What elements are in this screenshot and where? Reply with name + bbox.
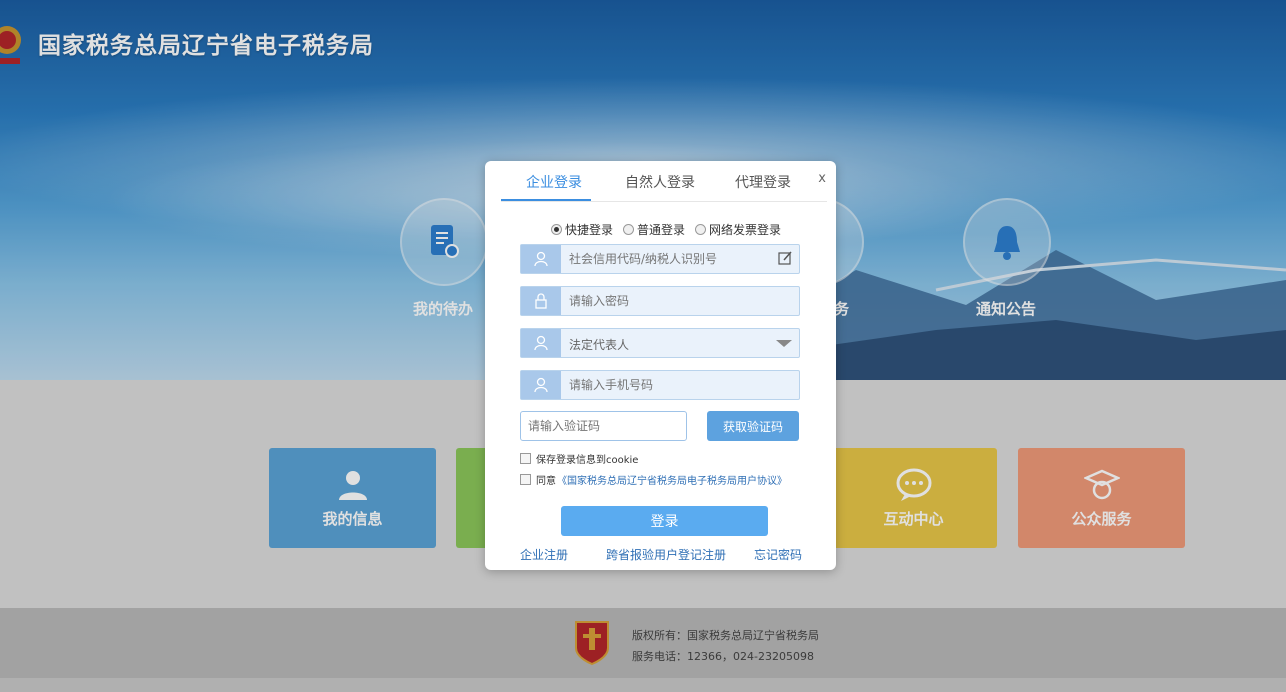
login-tabs: 企业登录 自然人登录 代理登录 [501, 161, 827, 202]
login-mode-group: 快捷登录 普通登录 网络发票登录 [551, 221, 781, 238]
cross-province-register-link[interactable]: 跨省报验用户登记注册 [606, 546, 726, 563]
password-input[interactable] [569, 287, 779, 315]
agree-prefix: 同意 [536, 476, 556, 487]
radio-dot [695, 224, 707, 235]
password-field [520, 286, 800, 316]
save-cookie-checkbox[interactable] [520, 453, 531, 464]
active-tab-underline [501, 199, 591, 201]
representative-select[interactable]: 法定代表人 [520, 328, 800, 358]
radio-invoice-login[interactable]: 网络发票登录 [695, 221, 781, 238]
user-agreement-link[interactable]: 《国家税务总局辽宁省税务局电子税务局用户协议》 [557, 472, 787, 487]
forgot-password-link[interactable]: 忘记密码 [754, 546, 802, 563]
radio-dot [623, 224, 635, 235]
tab-agent-login[interactable]: 代理登录 [735, 172, 791, 192]
get-code-button[interactable]: 获取验证码 [707, 411, 799, 441]
tax-id-input[interactable] [569, 245, 779, 273]
tax-id-field [520, 244, 800, 274]
save-cookie-checkbox-row[interactable]: 保存登录信息到cookie [520, 451, 638, 466]
phone-input[interactable] [569, 371, 779, 399]
login-button[interactable]: 登录 [561, 506, 768, 536]
verification-code-input[interactable] [526, 412, 685, 440]
radio-label: 快捷登录 [565, 223, 614, 237]
radio-label: 网络发票登录 [709, 223, 782, 237]
representative-value: 法定代表人 [569, 338, 630, 352]
agree-checkbox[interactable] [520, 474, 531, 485]
radio-label: 普通登录 [637, 223, 686, 237]
user-icon [521, 245, 561, 273]
agree-checkbox-row[interactable]: 同意 《国家税务总局辽宁省税务局电子税务局用户协议》 [520, 472, 787, 487]
phone-field [520, 370, 800, 400]
lock-icon [521, 287, 561, 315]
radio-quick-login[interactable]: 快捷登录 [551, 221, 613, 238]
edit-icon[interactable] [777, 250, 793, 266]
user-icon [521, 371, 561, 399]
close-button[interactable]: x [818, 171, 826, 186]
tab-individual-login[interactable]: 自然人登录 [625, 172, 695, 192]
enterprise-register-link[interactable]: 企业注册 [520, 546, 568, 563]
radio-normal-login[interactable]: 普通登录 [623, 221, 685, 238]
tab-enterprise-login[interactable]: 企业登录 [526, 172, 582, 192]
user-icon [521, 329, 561, 357]
verification-code-field [520, 411, 687, 441]
radio-dot [551, 224, 562, 235]
login-modal: 企业登录 自然人登录 代理登录 x 快捷登录 普通登录 网络发票登录 法定代表人 [485, 161, 836, 570]
chevron-down-icon[interactable] [775, 335, 793, 351]
save-cookie-label: 保存登录信息到cookie [536, 455, 639, 466]
